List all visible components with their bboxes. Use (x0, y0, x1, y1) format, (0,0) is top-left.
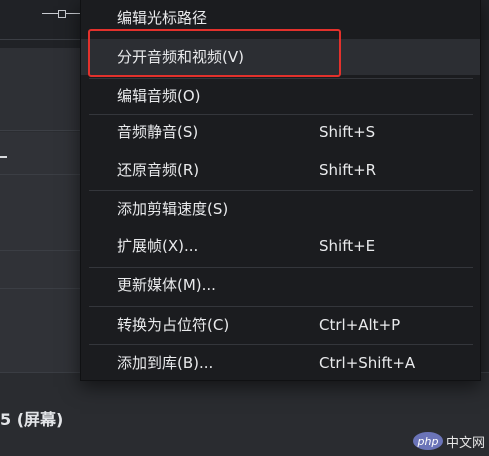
menu-item-update-media[interactable]: 更新媒体(M)... (81, 267, 480, 303)
menu-item-convert-to-placeholder[interactable]: 转换为占位符(C) Ctrl+Alt+P (81, 307, 480, 343)
menu-item-label: 编辑音频(O) (117, 87, 201, 105)
menu-item-label: 添加到库(B)... (117, 354, 214, 372)
menu-item-label: 转换为占位符(C) (117, 316, 230, 334)
menu-item-shortcut: Ctrl+Alt+P (319, 316, 401, 334)
menu-item-add-to-library[interactable]: 添加到库(B)... Ctrl+Shift+A (81, 345, 480, 381)
menu-item-label: 音频静音(S) (117, 123, 199, 141)
timeline-marker (0, 156, 7, 158)
php-logo-icon: php (412, 432, 443, 450)
menu-item-mute-audio[interactable]: 音频静音(S) Shift+S (81, 114, 480, 150)
annotation-highlight-box (88, 29, 341, 77)
menu-item-shortcut: Shift+S (319, 123, 376, 141)
menu-item-label: 还原音频(R) (117, 161, 200, 179)
media-title: 5 (屏幕) (0, 410, 64, 429)
right-scroll-strip[interactable] (480, 40, 489, 372)
menu-item-extend-frame[interactable]: 扩展帧(X)... Shift+E (81, 228, 480, 264)
menu-item-label: 更新媒体(M)... (117, 276, 216, 294)
menu-item-label: 添加剪辑速度(S) (117, 200, 229, 218)
menu-item-add-clip-speed[interactable]: 添加剪辑速度(S) (81, 191, 480, 227)
menu-item-shortcut: Ctrl+Shift+A (319, 354, 416, 372)
menu-item-restore-audio[interactable]: 还原音频(R) Shift+R (81, 152, 480, 188)
watermark: php 中文网 (412, 430, 485, 452)
menu-item-shortcut: Shift+E (319, 237, 376, 255)
watermark-text: 中文网 (445, 435, 485, 451)
menu-item-edit-audio[interactable]: 编辑音频(O) (81, 78, 480, 114)
menu-item-label: 扩展帧(X)... (117, 237, 199, 255)
menu-item-shortcut: Shift+R (319, 161, 377, 179)
